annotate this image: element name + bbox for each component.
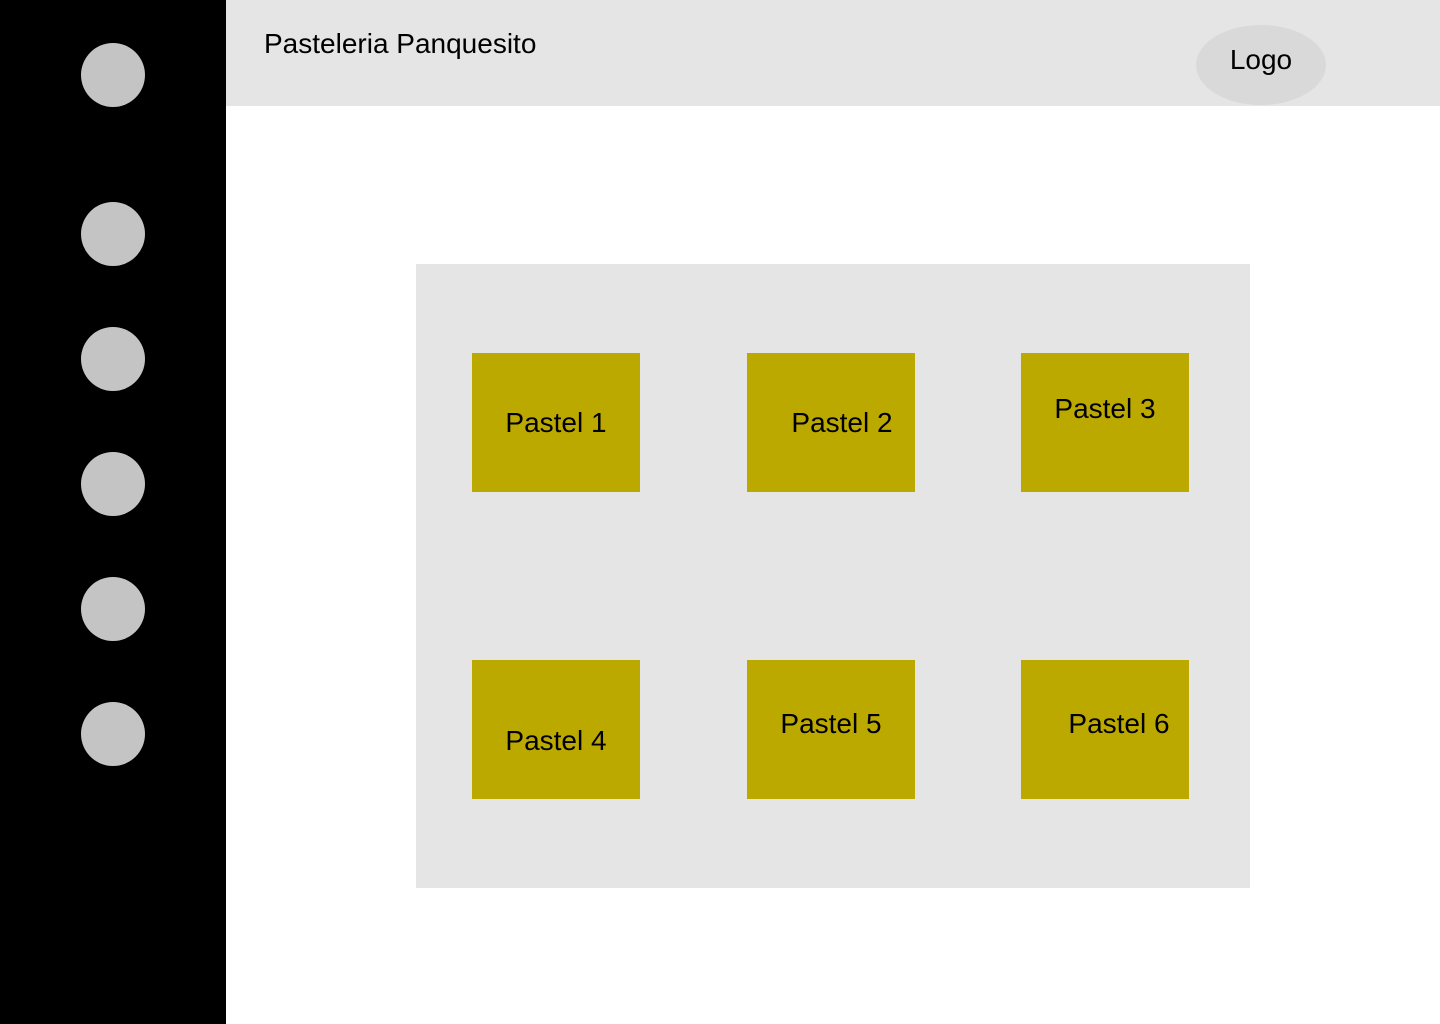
product-card-label: Pastel 2 xyxy=(791,406,893,438)
product-card-label: Pastel 5 xyxy=(780,707,882,739)
sidebar xyxy=(0,0,226,1024)
header: Pasteleria Panquesito Logo xyxy=(226,0,1440,106)
product-card-1[interactable]: Pastel 1 xyxy=(472,353,640,492)
product-card-label: Pastel 4 xyxy=(505,724,607,756)
logo-label: Logo xyxy=(1229,44,1293,75)
product-card-label: Pastel 1 xyxy=(505,406,607,438)
app-title: Pasteleria Panquesito xyxy=(264,28,537,59)
product-card-3[interactable]: Pastel 3 xyxy=(1021,353,1189,492)
sidebar-nav-item-4-icon[interactable] xyxy=(81,452,145,516)
sidebar-nav-item-1-icon[interactable] xyxy=(81,43,145,107)
product-card-label: Pastel 6 xyxy=(1068,707,1170,739)
product-card-6[interactable]: Pastel 6 xyxy=(1021,660,1189,799)
sidebar-nav-item-5-icon[interactable] xyxy=(81,577,145,641)
product-card-label: Pastel 3 xyxy=(1054,392,1156,424)
sidebar-nav-item-3-icon[interactable] xyxy=(81,327,145,391)
sidebar-nav-item-2-icon[interactable] xyxy=(81,202,145,266)
product-card-2[interactable]: Pastel 2 xyxy=(747,353,915,492)
sidebar-nav-item-6-icon[interactable] xyxy=(81,702,145,766)
product-card-4[interactable]: Pastel 4 xyxy=(472,660,640,799)
product-card-5[interactable]: Pastel 5 xyxy=(747,660,915,799)
logo[interactable]: Logo xyxy=(1196,25,1326,105)
product-grid: Pastel 1 Pastel 2 Pastel 3 Pastel 4 Past… xyxy=(416,264,1250,888)
